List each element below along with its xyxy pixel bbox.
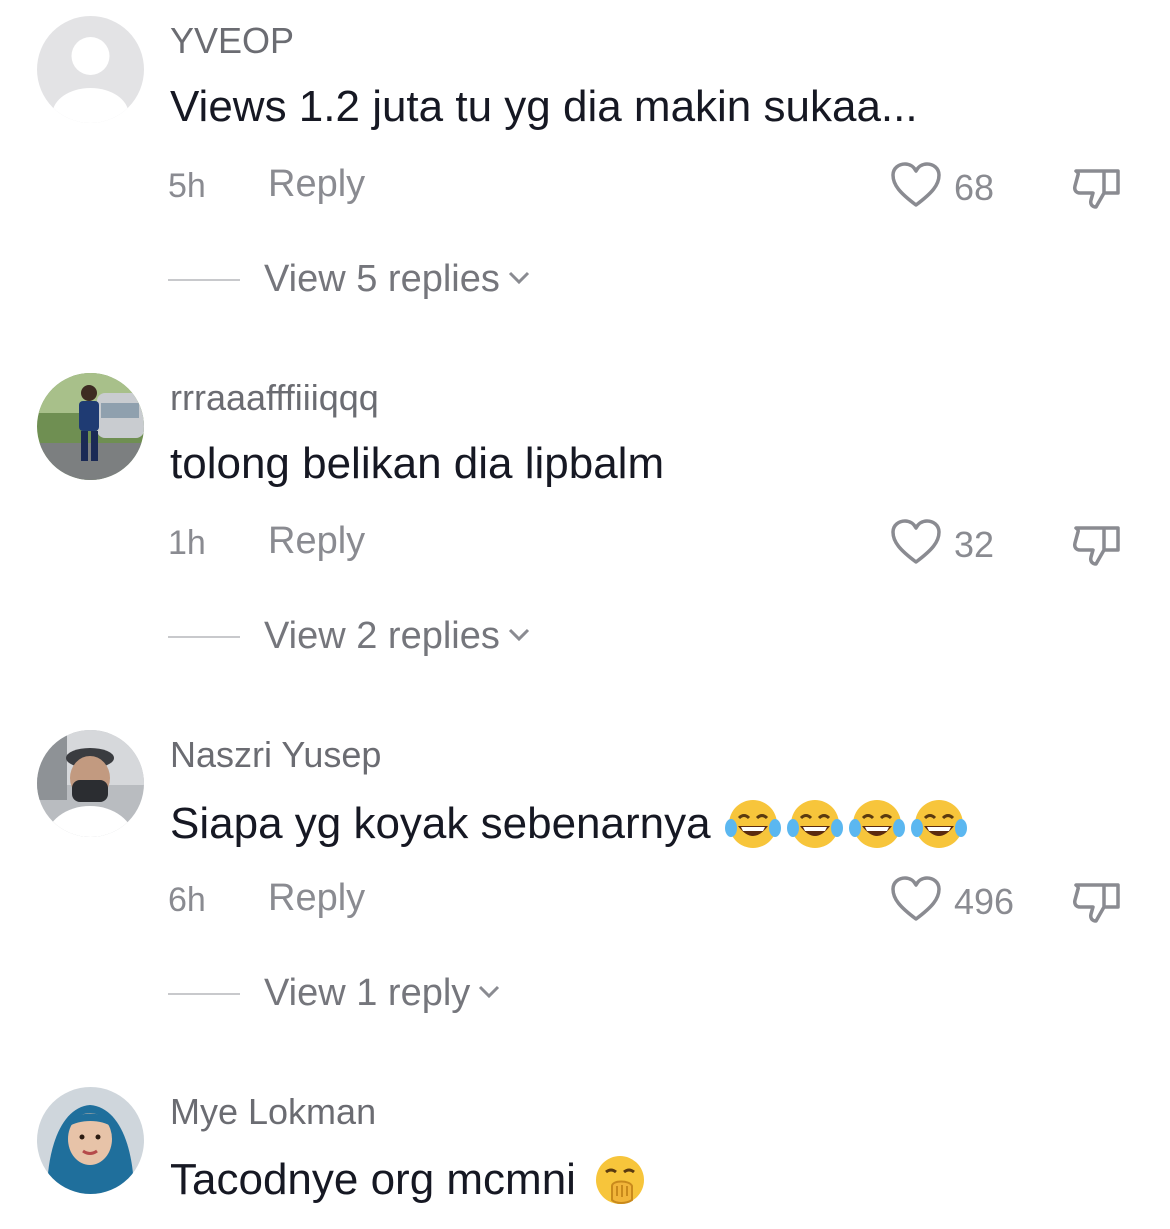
chevron-down-icon [506, 267, 532, 292]
comment-text: Siapa yg koyak sebenarnya [170, 796, 967, 852]
divider-line [168, 992, 240, 995]
photo-avatar[interactable] [37, 373, 144, 480]
comment-text: Tacodnye org mcmni [170, 1152, 648, 1208]
divider-line [168, 278, 240, 281]
like-count: 68 [954, 166, 995, 208]
comment-time: 6h [168, 881, 206, 919]
comment-text-content: Views 1.2 juta tu yg dia makin sukaa... [170, 82, 918, 131]
photo-avatar[interactable] [37, 1087, 144, 1194]
like-count: 496 [954, 880, 1015, 922]
like-button[interactable]: 496 [890, 875, 1014, 928]
like-count: 32 [954, 523, 995, 565]
heart-icon [890, 161, 942, 214]
thumbs-down-icon[interactable] [1070, 520, 1124, 573]
reply-button[interactable]: Reply [268, 520, 365, 563]
reply-button[interactable]: Reply [268, 163, 365, 206]
chevron-down-icon [476, 981, 502, 1006]
comment-time: 1h [168, 524, 206, 562]
comment-text: Views 1.2 juta tu yg dia makin sukaa... [170, 82, 918, 132]
comment-time: 5h [168, 167, 206, 205]
view-replies-label: View 1 reply [264, 972, 471, 1014]
view-replies-button[interactable]: View 5 replies [168, 258, 532, 301]
reply-button[interactable]: Reply [268, 877, 365, 920]
view-replies-label: View 2 replies [264, 615, 500, 657]
face-with-tears-of-joy-icon [786, 796, 843, 852]
like-button[interactable]: 32 [890, 518, 994, 571]
divider-line [168, 635, 240, 638]
view-replies-label: View 5 replies [264, 258, 500, 300]
face-with-tears-of-joy-icon [848, 796, 905, 852]
heart-icon [890, 518, 942, 571]
comment-username[interactable]: rrraaafffiiiqqq [170, 377, 379, 419]
heart-icon [890, 875, 942, 928]
comment-text-content: Tacodnye org mcmni [170, 1155, 576, 1204]
comment-username[interactable]: YVEOP [170, 20, 294, 62]
comment-text-content: Siapa yg koyak sebenarnya [170, 799, 711, 848]
view-replies-button[interactable]: View 2 replies [168, 615, 532, 658]
default-avatar[interactable] [37, 16, 144, 123]
view-replies-button[interactable]: View 1 reply [168, 972, 502, 1015]
comment-text-content: tolong belikan dia lipbalm [170, 439, 665, 488]
comment-text: tolong belikan dia lipbalm [170, 439, 664, 489]
comment-username[interactable]: Mye Lokman [170, 1091, 376, 1133]
face-with-hand-over-mouth-icon [592, 1152, 648, 1208]
photo-avatar[interactable] [37, 730, 144, 837]
like-button[interactable]: 68 [890, 161, 994, 214]
thumbs-down-icon[interactable] [1070, 877, 1124, 930]
face-with-tears-of-joy-icon [724, 796, 781, 852]
face-with-tears-of-joy-icon [910, 796, 967, 852]
comment-username[interactable]: Naszri Yusep [170, 734, 381, 776]
thumbs-down-icon[interactable] [1070, 163, 1124, 216]
chevron-down-icon [506, 624, 532, 649]
